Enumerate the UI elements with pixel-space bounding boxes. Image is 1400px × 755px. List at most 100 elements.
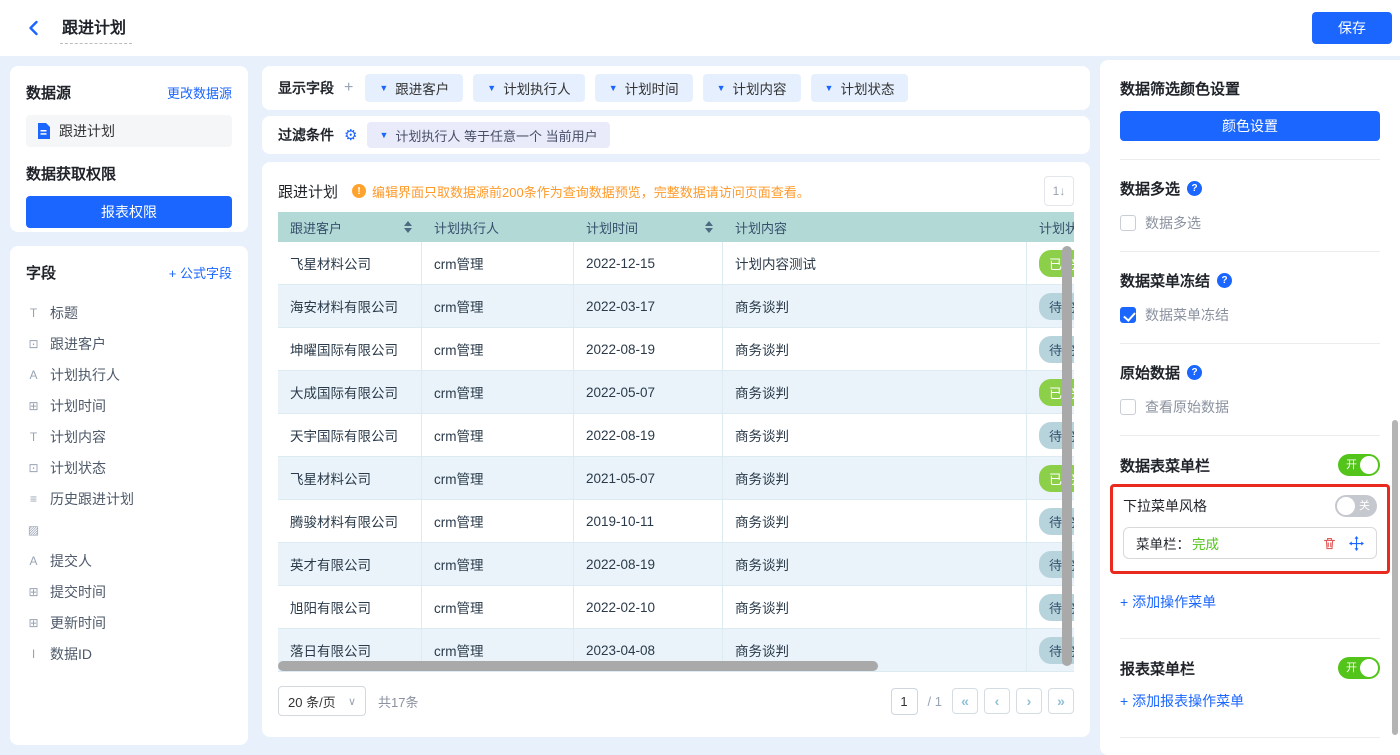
- settings-panel: 数据筛选颜色设置 颜色设置 数据多选 ? 数据多选 数据菜单冻结 ? 数据菜单冻…: [1100, 60, 1400, 755]
- table-row: 海安材料有限公司 crm管理 2022-03-17 商务谈判 待完成: [278, 285, 1074, 328]
- table-card: 跟进计划 ! 编辑界面只取数据源前200条作为查询数据预览，完整数据请访问页面查…: [262, 162, 1090, 737]
- add-report-action-link[interactable]: + 添加报表操作菜单: [1120, 691, 1244, 711]
- fields-title: 字段: [26, 265, 57, 282]
- table-horizontal-scrollbar[interactable]: [278, 661, 878, 671]
- divider: [1120, 737, 1380, 738]
- page-scrollbar[interactable]: [1392, 420, 1398, 735]
- multiselect-checkbox[interactable]: [1120, 215, 1136, 231]
- divider: [1120, 343, 1380, 344]
- permission-title: 数据获取权限: [26, 166, 117, 183]
- table-column-header[interactable]: 计划时间: [574, 212, 723, 242]
- filter-condition-chip[interactable]: ▼ 计划执行人 等于任意一个 当前用户: [367, 122, 610, 148]
- field-label: 历史跟进计划: [50, 490, 134, 507]
- id-field-icon: I: [31, 646, 36, 661]
- report-menubar-toggle[interactable]: 开: [1338, 657, 1380, 679]
- menu-freeze-checkbox[interactable]: [1120, 307, 1136, 323]
- table-row: 英才有限公司 crm管理 2022-08-19 商务谈判 待完成: [278, 543, 1074, 586]
- help-icon[interactable]: ?: [1187, 181, 1203, 196]
- datasource-item[interactable]: 跟进计划: [26, 115, 232, 147]
- divider: [1120, 159, 1380, 160]
- field-item[interactable]: T 计划内容: [26, 421, 232, 452]
- field-item[interactable]: A 提交人: [26, 545, 232, 576]
- field-item[interactable]: ▨: [26, 514, 232, 545]
- display-field-chip[interactable]: ▼ 计划内容: [702, 74, 801, 102]
- menu-item-prefix: 菜单栏：: [1136, 537, 1190, 552]
- fields-list: T 标题 ⊡ 跟进客户 A 计划执行人 ⊞ 计划时间 T 计划内容 ⊡ 计划状态…: [26, 297, 232, 669]
- add-formula-field-link[interactable]: + 公式字段: [169, 263, 232, 282]
- raw-data-checkbox[interactable]: [1120, 399, 1136, 415]
- document-icon: [38, 123, 50, 139]
- trash-icon[interactable]: [1322, 536, 1337, 551]
- add-display-field-button[interactable]: +: [344, 79, 353, 97]
- table-column-header[interactable]: 跟进客户: [278, 212, 422, 242]
- field-item[interactable]: ⊡ 跟进客户: [26, 328, 232, 359]
- field-label: 计划内容: [50, 428, 106, 445]
- fields-card: 字段 + 公式字段 T 标题 ⊡ 跟进客户 A 计划执行人 ⊞ 计划时间 T 计…: [10, 246, 248, 745]
- page-title[interactable]: 跟进计划: [60, 12, 133, 44]
- topbar: 跟进计划 保存: [0, 0, 1400, 56]
- help-icon[interactable]: ?: [1187, 365, 1203, 380]
- multiselect-title: 数据多选: [1120, 181, 1181, 198]
- field-item[interactable]: ⊞ 更新时间: [26, 607, 232, 638]
- add-action-menu-link[interactable]: + 添加操作菜单: [1120, 592, 1216, 612]
- display-field-chip-label: 计划时间: [624, 82, 679, 97]
- current-page-input[interactable]: 1: [890, 687, 918, 715]
- dropdown-style-toggle[interactable]: 关: [1335, 495, 1377, 517]
- warning-text: 编辑界面只取数据源前200条作为查询数据预览，完整数据请访问页面查看。: [372, 184, 810, 200]
- filter-label: 过滤条件: [278, 127, 334, 143]
- field-item[interactable]: A 计划执行人: [26, 359, 232, 390]
- display-field-chip[interactable]: ▼ 计划时间: [594, 74, 693, 102]
- display-field-chip[interactable]: ▼ 跟进客户: [365, 74, 464, 102]
- back-button[interactable]: [22, 16, 46, 40]
- date-field-icon: ⊞: [28, 398, 39, 413]
- table-menubar-toggle[interactable]: 开: [1338, 454, 1380, 476]
- field-item[interactable]: T 标题: [26, 297, 232, 328]
- user-field-icon: A: [29, 553, 38, 568]
- date-field-icon: ⊞: [28, 615, 39, 630]
- display-field-chip[interactable]: ▼ 计划执行人: [473, 74, 585, 102]
- report-menubar-title: 报表菜单栏: [1120, 660, 1196, 678]
- field-item[interactable]: ⊡ 计划状态: [26, 452, 232, 483]
- table-column-header[interactable]: 计划状态: [1027, 212, 1074, 242]
- table-row: 飞星材料公司 crm管理 2022-12-15 计划内容测试 已完成: [278, 242, 1074, 285]
- move-icon[interactable]: [1349, 535, 1364, 551]
- first-page-button[interactable]: «: [952, 688, 978, 714]
- last-page-button[interactable]: »: [1048, 688, 1074, 714]
- field-label: 计划时间: [50, 397, 106, 414]
- table-column-header[interactable]: 计划执行人: [422, 212, 574, 242]
- color-settings-button[interactable]: 颜色设置: [1120, 111, 1380, 141]
- annotation-highlight-box: 下拉菜单风格 关 菜单栏： 完成: [1110, 484, 1390, 574]
- next-page-button[interactable]: ›: [1016, 688, 1042, 714]
- display-fields-label: 显示字段: [278, 80, 334, 96]
- filter-condition-text: 计划执行人 等于任意一个 当前用户: [395, 128, 598, 144]
- filter-settings-gear-icon[interactable]: ⚙: [344, 126, 357, 144]
- field-label: 计划状态: [50, 459, 106, 476]
- prev-page-button[interactable]: ‹: [984, 688, 1010, 714]
- change-datasource-link[interactable]: 更改数据源: [167, 83, 232, 102]
- menu-item[interactable]: 菜单栏： 完成: [1123, 527, 1377, 559]
- datasource-card: 数据源 更改数据源 跟进计划 数据获取权限 报表权限: [10, 66, 248, 232]
- sort-icon[interactable]: [705, 221, 713, 233]
- image-field-icon: ▨: [27, 522, 40, 537]
- report-permission-button[interactable]: 报表权限: [26, 196, 232, 228]
- multiselect-checkbox-label: 数据多选: [1145, 215, 1201, 231]
- page-size-select[interactable]: 20 条/页 ∨: [278, 686, 366, 716]
- display-chips: ▼ 跟进客户 ▼ 计划执行人 ▼ 计划时间 ▼ 计划内容 ▼ 计划状态: [365, 74, 909, 102]
- menu-item-value: 完成: [1192, 537, 1219, 552]
- display-field-chip[interactable]: ▼ 计划状态: [810, 74, 909, 102]
- save-button[interactable]: 保存: [1312, 12, 1392, 44]
- field-item[interactable]: ⊞ 计划时间: [26, 390, 232, 421]
- help-icon[interactable]: ?: [1217, 273, 1233, 288]
- field-item[interactable]: I 数据ID: [26, 638, 232, 669]
- chevron-down-icon: ▼: [824, 83, 834, 93]
- field-label: 标题: [50, 304, 78, 321]
- display-field-chip-label: 跟进客户: [395, 82, 450, 97]
- field-item[interactable]: ⊞ 提交时间: [26, 576, 232, 607]
- table-vertical-scrollbar[interactable]: [1062, 246, 1072, 666]
- sort-order-button[interactable]: 1↓: [1044, 176, 1074, 206]
- table-column-header[interactable]: 计划内容: [723, 212, 1027, 242]
- total-pages: / 1: [927, 693, 942, 709]
- back-icon: [29, 20, 38, 36]
- sort-icon[interactable]: [404, 221, 412, 233]
- field-item[interactable]: ≡ 历史跟进计划: [26, 483, 232, 514]
